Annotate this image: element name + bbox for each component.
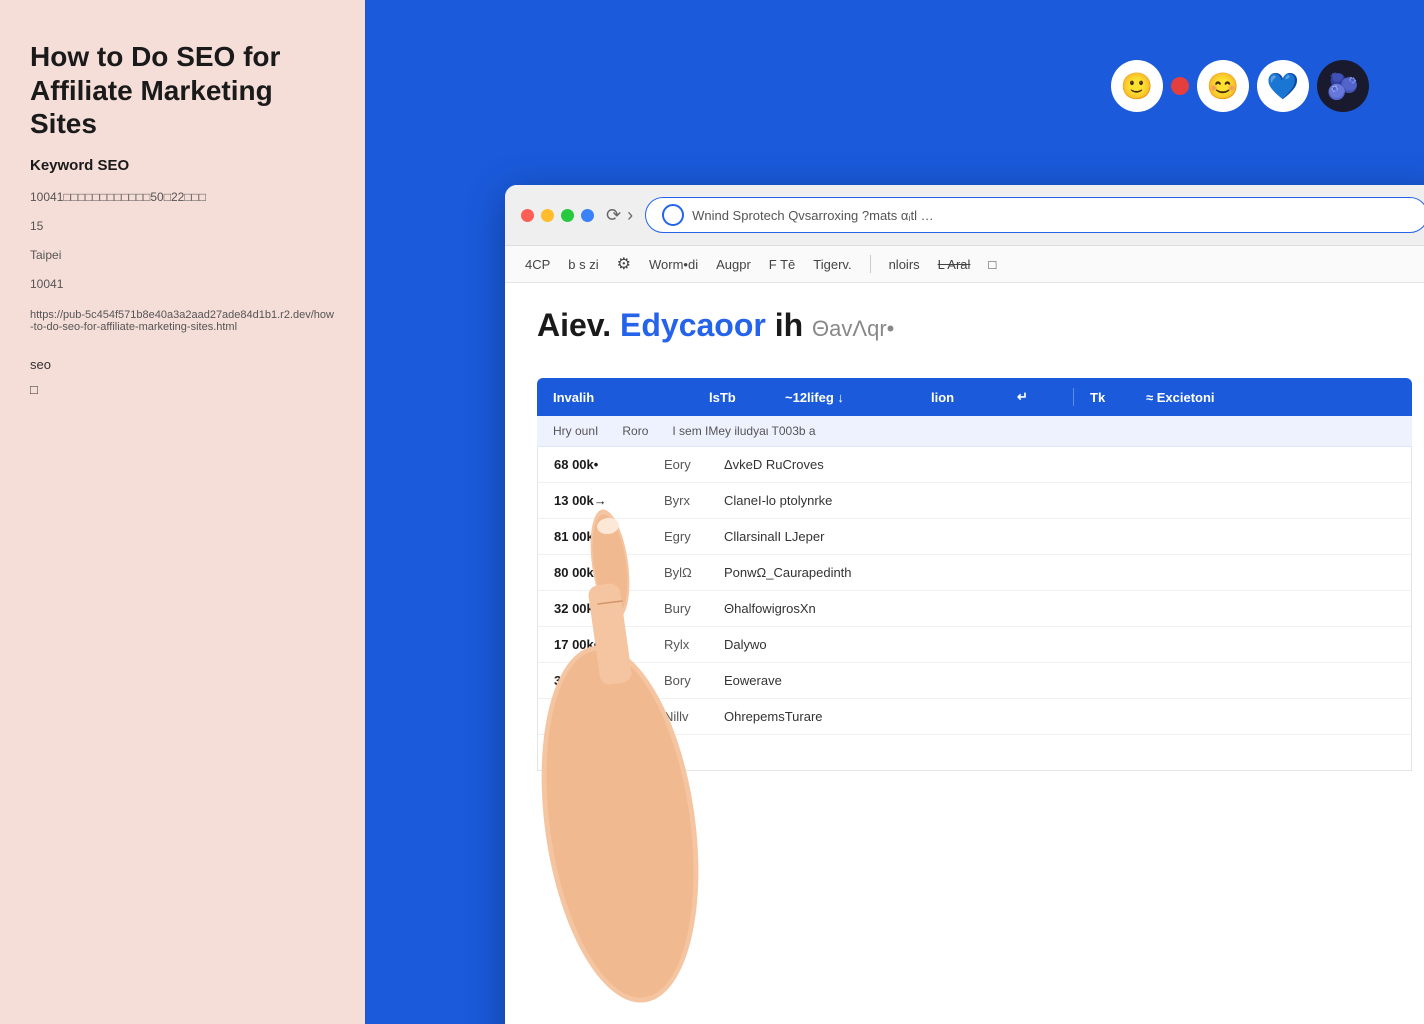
toolbar-item-3[interactable]: Augpr [716, 257, 751, 272]
meta-city: Taipei [30, 246, 335, 265]
browser-toolbar: 4CP b s zi ⚙ Worm•di Augpr F Tē Tigerv. … [505, 246, 1424, 283]
toolbar-item-2[interactable]: Worm•di [649, 257, 698, 272]
th-arrow: ↵ [1017, 389, 1057, 405]
keyword-seo-label: Keyword SEO [30, 157, 335, 174]
meta-num: 15 [30, 217, 335, 236]
th-12lifeg: ~12lifeg ↓ [785, 390, 915, 405]
page-title: How to Do SEO for Affiliate Marketing Si… [30, 40, 335, 141]
toolbar-item-share[interactable]: ⚙ [617, 254, 631, 274]
toolbar-item-5[interactable]: Tigerv. [813, 257, 851, 272]
toolbar-item-7[interactable]: L Aral [938, 257, 971, 272]
deco-icon-3: 💙 [1257, 60, 1309, 112]
subheader-col2: Roro [622, 424, 648, 438]
tag-seo: seo [30, 357, 335, 372]
th-tk: Tk [1090, 390, 1130, 405]
toolbar-separator [870, 255, 871, 273]
meta-code: 10041 [30, 275, 335, 294]
deco-icon-1: 🙂 [1111, 60, 1163, 112]
browser-chrome: ⟳ › Wnind Sprotech Qvsarroxing ?mats αᵢt… [505, 185, 1424, 246]
deco-icon-4: 🫐 [1317, 60, 1369, 112]
table-row: 8F 00k• [538, 735, 1411, 770]
minimize-button[interactable] [541, 209, 554, 222]
sidebar: How to Do SEO for Affiliate Marketing Si… [0, 0, 365, 1024]
table-row: S0 00k• Nillv OhrepemsTurare [538, 699, 1411, 735]
extra-button[interactable] [581, 209, 594, 222]
deco-dot-red [1171, 77, 1189, 95]
meta-id: 10041□□□□□□□□□□□□50□22□□□ [30, 188, 335, 207]
table-row: 13 00k→ Byrx ClaneI-lo ptolynrke [538, 483, 1411, 519]
th-lion: lion [931, 390, 1001, 405]
browser-window: ⟳ › Wnind Sprotech Qvsarroxing ?mats αᵢt… [505, 185, 1424, 1024]
traffic-lights [521, 209, 594, 222]
toolbar-item-1[interactable]: b s zi [568, 257, 598, 272]
tag-dash: □ [30, 382, 335, 397]
close-button[interactable] [521, 209, 534, 222]
data-table: Invalih lsТb ~12lifeg ↓ lion ↵ Tk ≈ Exci… [537, 378, 1412, 771]
nav-back-icon[interactable]: ⟳ [606, 205, 621, 226]
maximize-button[interactable] [561, 209, 574, 222]
table-row: 80 00k• BylΩ PonwΩ_Caurapedinth [538, 555, 1411, 591]
nav-forward-icon[interactable]: › [627, 205, 633, 226]
th-lstb: lsТb [709, 390, 769, 405]
main-area: 🙂 😊 💙 🫐 ⟳ › Wnind Sprotech Qvsarroxing ?… [365, 0, 1424, 1024]
browser-nav: ⟳ › [606, 205, 633, 226]
subheader-col3: I sem IMey iludyaι Τ003b a [672, 424, 815, 438]
table-row: 68 00k• Eory ΔvkeD RuCroves [538, 447, 1411, 483]
table-row: 32 00k• Bury ΘhalfowigrosXn [538, 591, 1411, 627]
toolbar-expand-icon: □ [988, 257, 996, 272]
toolbar-item-4[interactable]: F Tē [769, 257, 796, 272]
table-row: 17 00k• Rylx Dalywo [538, 627, 1411, 663]
browser-circle-icon [662, 204, 684, 226]
th-sep [1073, 388, 1074, 406]
address-bar[interactable]: Wnind Sprotech Qvsarroxing ?mats αᵢtl … [645, 197, 1424, 233]
subheader-col1: Hry ounΙ [553, 424, 598, 438]
th-invalid: Invalih [553, 390, 693, 405]
th-excietoni: ≈ Excietoni [1146, 390, 1215, 405]
toolbar-item-0[interactable]: 4CP [525, 257, 550, 272]
page-heading: Aiev. Edycaoor ih ΘavΛqr• [537, 307, 894, 344]
table-body: 68 00k• Eory ΔvkeD RuCroves 13 00k→ Byrx… [537, 447, 1412, 771]
table-row: 81 00k• Egry CllarsinalI LJeper [538, 519, 1411, 555]
address-bar-text: Wnind Sprotech Qvsarroxing ?mats αᵢtl … [692, 208, 1411, 223]
table-row: 32 00k• Bory Eowerave [538, 663, 1411, 699]
toolbar-item-6[interactable]: nloirs [889, 257, 920, 272]
deco-icon-2: 😊 [1197, 60, 1249, 112]
page-url[interactable]: https://pub-5c454f571b8e40a3a2aad27ade84… [30, 309, 335, 333]
browser-content: Aiev. Edycaoor ih ΘavΛqr• Invalih lsТb ~… [505, 283, 1424, 795]
